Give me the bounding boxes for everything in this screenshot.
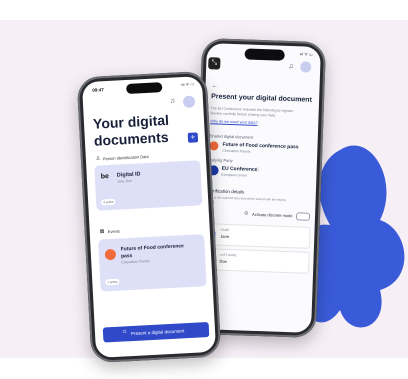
status-badge: 4 active — [101, 198, 116, 206]
field-label: LAST NAME — [219, 252, 237, 258]
field-value: Doe — [219, 258, 227, 264]
notification-icon[interactable]: ♫ — [170, 97, 176, 104]
status-icons: •ıl ᯤ ▭ — [299, 51, 313, 57]
card-title: Digital ID — [116, 171, 141, 179]
dynamic-island — [126, 82, 163, 95]
stage: •ıl ᯤ ▭ ♫ ⤡ ← Present your digital docum… — [0, 0, 408, 379]
page-title: Present your digital document — [211, 93, 312, 104]
dynamic-island — [244, 48, 285, 61]
card-title-line-1: Future of Food conference — [120, 243, 185, 253]
verification-label: Verification details — [207, 188, 245, 195]
status-icons: •ıl ᯤ ▭ — [180, 81, 195, 88]
event-card[interactable]: Future of Food conference pass Cineuatio… — [98, 234, 207, 292]
avatar[interactable] — [300, 61, 312, 73]
card-title-line-2: pass — [120, 252, 133, 260]
relying-label: Relying Party — [208, 157, 233, 164]
belgium-logo: be — [100, 173, 110, 181]
verified-icon: ⓘ — [254, 166, 260, 172]
back-button[interactable]: ← — [211, 83, 217, 89]
verification-text: This is the required data that will be s… — [207, 195, 286, 202]
page-title-line-2: documents — [93, 128, 169, 149]
why-link[interactable]: Why do we need your data? — [210, 119, 257, 125]
section-person: Person Identification Data — [102, 153, 149, 162]
field-value: Jane — [220, 233, 230, 239]
status-time: 09:47 — [92, 87, 104, 93]
left-phone: 09:47 •ıl ᯤ ▭ ♫ Your digital documents +… — [76, 70, 222, 364]
discrete-mode-label: Activate discrete mode — [251, 211, 293, 219]
add-button[interactable]: + — [187, 132, 199, 143]
field-label: NAME — [220, 227, 230, 232]
shared-subtitle: Cineuation Panels — [222, 148, 251, 154]
section-events: Events — [107, 228, 121, 235]
avatar[interactable] — [182, 95, 196, 109]
shared-label: Shared digital document — [209, 133, 253, 140]
calendar-icon: ▦ — [99, 228, 105, 235]
present-button[interactable]: ⌗ Present a digital document — [102, 322, 210, 343]
discrete-mode-icon: ⊘ — [243, 210, 249, 217]
relying-title: EU Conference — [221, 165, 258, 173]
relying-subtitle: European Union — [221, 172, 247, 178]
left-phone-screen: 09:47 •ıl ᯤ ▭ ♫ Your digital documents +… — [81, 76, 217, 358]
card-subtitle: Jane Doe — [117, 178, 133, 184]
person-icon: ♙ — [95, 155, 101, 162]
notification-icon[interactable]: ♫ — [288, 63, 293, 70]
field-name[interactable]: ✓ NAME Jane — [203, 223, 311, 249]
card-subtitle: Cineuation Panels — [121, 259, 150, 265]
status-badge: 1 active — [105, 278, 120, 286]
qr-icon: ⌗ — [122, 329, 127, 336]
corner-icon: ⤡ — [208, 57, 221, 70]
food-pass-icon — [209, 141, 219, 151]
food-pass-icon — [104, 248, 117, 261]
present-button-label: Present a digital document — [130, 327, 185, 336]
digital-id-card[interactable]: be Digital ID Jane Doe 4 active — [94, 160, 203, 211]
field-last-name[interactable]: ✓ LAST NAME Doe — [203, 248, 310, 274]
discrete-mode-toggle[interactable] — [295, 212, 311, 221]
